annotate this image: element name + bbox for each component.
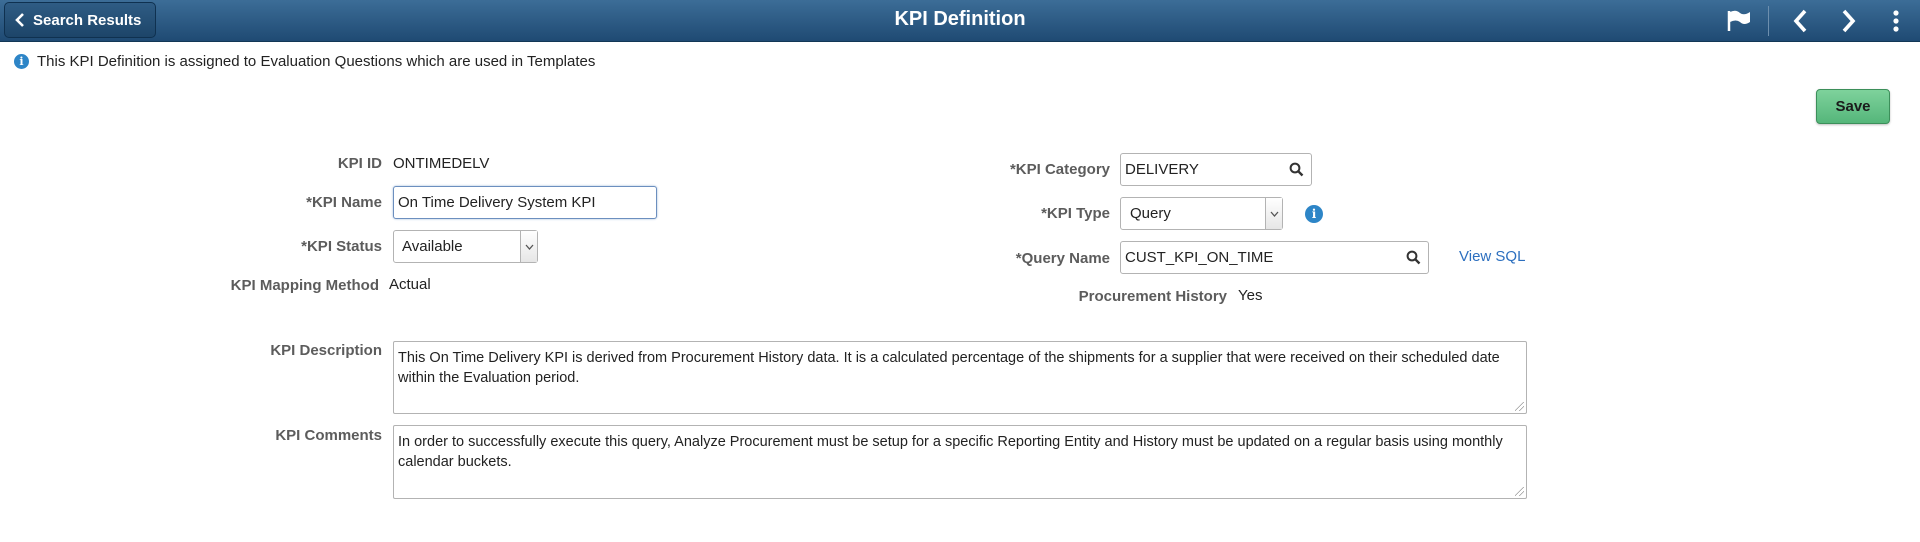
kpi-description-label: KPI Description	[270, 342, 382, 359]
query-name-label: *Query Name	[1015, 250, 1110, 267]
kpi-status-label: *KPI Status	[301, 238, 382, 255]
kpi-comments-text: In order to successfully execute this qu…	[398, 434, 1503, 470]
kpi-name-value: On Time Delivery System KPI	[398, 194, 596, 211]
page-title: KPI Definition	[894, 8, 1026, 30]
kpi-name-input[interactable]: On Time Delivery System KPI	[393, 186, 657, 219]
header-bar: Search Results KPI Definition	[0, 0, 1920, 42]
procurement-history-label: Procurement History	[1078, 288, 1227, 305]
kpi-status-value: Available	[402, 238, 463, 255]
kpi-type-value: Query	[1130, 205, 1171, 222]
save-button[interactable]: Save	[1816, 89, 1890, 124]
info-message: i This KPI Definition is assigned to Eva…	[14, 53, 595, 70]
resize-grip-icon[interactable]	[1515, 487, 1524, 496]
query-name-value: CUST_KPI_ON_TIME	[1125, 249, 1274, 266]
previous-chevron-icon[interactable]	[1785, 6, 1815, 36]
kpi-mapping-method-label: KPI Mapping Method	[230, 277, 379, 294]
kpi-id-value: ONTIMEDELV	[393, 155, 490, 172]
info-message-text: This KPI Definition is assigned to Evalu…	[37, 53, 596, 70]
kpi-mapping-method-value: Actual	[389, 276, 431, 293]
resize-grip-icon[interactable]	[1515, 402, 1524, 411]
search-icon[interactable]	[1281, 162, 1311, 177]
flag-icon[interactable]	[1724, 6, 1754, 36]
kpi-name-label: *KPI Name	[306, 194, 382, 211]
chevron-down-icon[interactable]	[1265, 198, 1282, 229]
kpi-status-select[interactable]: Available	[393, 230, 538, 263]
kpi-category-label: *KPI Category	[1009, 161, 1110, 178]
kpi-category-value: DELIVERY	[1125, 161, 1199, 178]
header-separator	[1768, 6, 1769, 36]
next-chevron-icon[interactable]	[1834, 6, 1864, 36]
procurement-history-value: Yes	[1238, 287, 1263, 304]
kpi-id-label: KPI ID	[337, 155, 382, 172]
kpi-type-label: *KPI Type	[1041, 205, 1110, 222]
chevron-down-icon[interactable]	[520, 231, 537, 262]
kpi-comments-textarea[interactable]: In order to successfully execute this qu…	[393, 425, 1527, 499]
kpi-type-info-icon[interactable]: i	[1305, 205, 1323, 223]
kpi-type-select[interactable]: Query	[1120, 197, 1283, 230]
info-icon: i	[14, 54, 29, 69]
view-sql-link[interactable]: View SQL	[1459, 248, 1525, 265]
kpi-description-textarea[interactable]: This On Time Delivery KPI is derived fro…	[393, 341, 1527, 414]
query-name-input[interactable]: CUST_KPI_ON_TIME	[1120, 241, 1429, 274]
kpi-description-text: This On Time Delivery KPI is derived fro…	[398, 350, 1500, 386]
kpi-comments-label: KPI Comments	[275, 427, 382, 444]
more-vertical-icon[interactable]	[1881, 6, 1911, 36]
search-icon[interactable]	[1398, 250, 1428, 265]
kpi-category-input[interactable]: DELIVERY	[1120, 153, 1312, 186]
